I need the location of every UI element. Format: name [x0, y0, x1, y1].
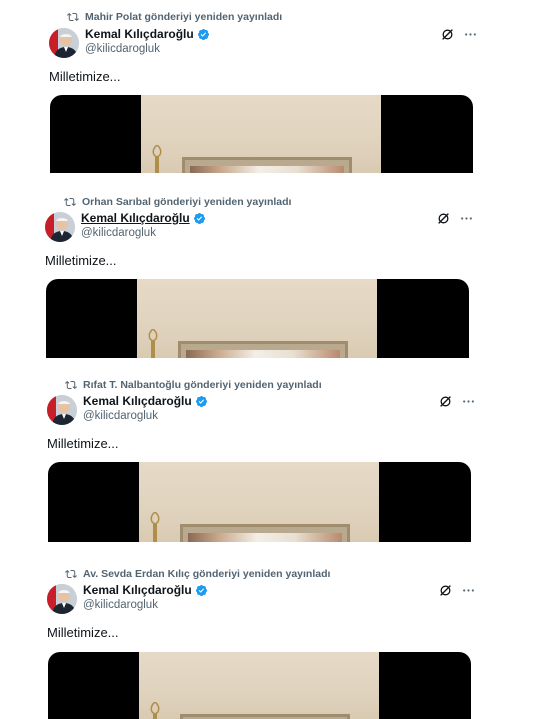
author-name[interactable]: Kemal Kılıçdaroğlu — [81, 211, 190, 225]
author-handle[interactable]: @kilicdarogluk — [81, 227, 156, 239]
tweet-media[interactable] — [48, 462, 471, 542]
author-handle[interactable]: @kilicdarogluk — [83, 599, 158, 611]
repost-label[interactable]: Mahir Polat gönderiyi yeniden yayınladı — [85, 11, 282, 23]
avatar[interactable] — [47, 584, 77, 614]
more-icon[interactable] — [460, 212, 473, 225]
tweet-media[interactable] — [48, 652, 471, 719]
repost-icon — [65, 569, 77, 579]
more-icon[interactable] — [462, 584, 475, 597]
tweet-text: Milletimize... — [45, 253, 117, 268]
grok-icon[interactable] — [437, 212, 450, 225]
media-photo — [141, 95, 381, 173]
repost-label[interactable]: Orhan Sarıbal gönderiyi yeniden yayınlad… — [82, 196, 291, 208]
repost-icon — [64, 197, 76, 207]
grok-icon[interactable] — [441, 28, 454, 41]
repost-icon — [67, 12, 79, 22]
avatar[interactable] — [45, 212, 75, 242]
sconce-image — [148, 329, 158, 358]
media-photo — [139, 652, 379, 719]
post[interactable]: Rıfat T. Nalbantoğlu gönderiyi yeniden y… — [0, 369, 551, 545]
avatar[interactable] — [47, 395, 77, 425]
verified-badge-icon — [193, 212, 205, 224]
verified-badge-icon — [195, 584, 207, 596]
repost-icon — [65, 380, 77, 390]
tweet-text: Milletimize... — [47, 436, 119, 451]
repost-indicator: Av. Sevda Erdan Kılıç gönderiyi yeniden … — [65, 566, 330, 582]
post[interactable]: Mahir Polat gönderiyi yeniden yayınladı … — [0, 0, 551, 180]
sconce-image — [150, 702, 160, 719]
tweet-media[interactable] — [46, 279, 469, 358]
media-photo — [137, 279, 377, 358]
tweet-text: Milletimize... — [49, 69, 121, 84]
author-name[interactable]: Kemal Kılıçdaroğlu — [85, 27, 194, 41]
verified-badge-icon — [195, 395, 207, 407]
repost-indicator: Mahir Polat gönderiyi yeniden yayınladı — [67, 9, 282, 25]
repost-label[interactable]: Av. Sevda Erdan Kılıç gönderiyi yeniden … — [83, 568, 330, 580]
post[interactable]: Orhan Sarıbal gönderiyi yeniden yayınlad… — [0, 185, 551, 360]
post[interactable]: Av. Sevda Erdan Kılıç gönderiyi yeniden … — [0, 558, 551, 719]
tweet-media[interactable] — [50, 95, 473, 173]
more-icon[interactable] — [464, 28, 477, 41]
grok-icon[interactable] — [439, 395, 452, 408]
more-icon[interactable] — [462, 395, 475, 408]
author-name[interactable]: Kemal Kılıçdaroğlu — [83, 583, 192, 597]
avatar[interactable] — [49, 28, 79, 58]
sconce-image — [152, 145, 162, 173]
grok-icon[interactable] — [439, 584, 452, 597]
tweet-text: Milletimize... — [47, 625, 119, 640]
author-handle[interactable]: @kilicdarogluk — [83, 410, 158, 422]
repost-indicator: Orhan Sarıbal gönderiyi yeniden yayınlad… — [64, 194, 291, 210]
repost-label[interactable]: Rıfat T. Nalbantoğlu gönderiyi yeniden y… — [83, 379, 322, 391]
author-name[interactable]: Kemal Kılıçdaroğlu — [83, 394, 192, 408]
sconce-image — [150, 512, 160, 542]
media-photo — [139, 462, 379, 542]
repost-indicator: Rıfat T. Nalbantoğlu gönderiyi yeniden y… — [65, 377, 322, 393]
author-handle[interactable]: @kilicdarogluk — [85, 43, 160, 55]
verified-badge-icon — [197, 28, 209, 40]
